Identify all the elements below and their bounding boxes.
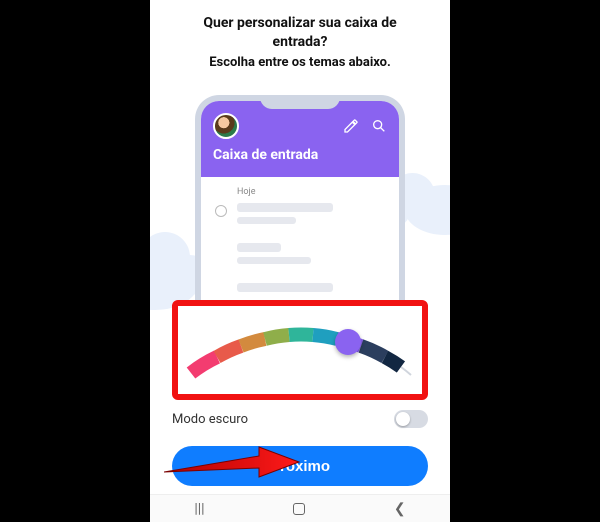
list-item — [215, 203, 385, 229]
avatar — [213, 113, 239, 139]
back-button[interactable]: ❮ — [394, 501, 406, 517]
android-nav-bar: ||| ❮ — [150, 494, 450, 522]
list-item — [215, 283, 385, 297]
home-button[interactable] — [293, 503, 305, 515]
compose-icon — [343, 118, 359, 134]
color-arc-svg — [185, 315, 415, 385]
heading-subtitle: Escolha entre os temas abaixo. — [176, 54, 424, 72]
heading-line-2: entrada? — [176, 33, 424, 52]
recents-button[interactable]: ||| — [194, 501, 204, 517]
phone-notch — [260, 95, 340, 109]
dark-mode-row: Modo escuro — [172, 410, 428, 428]
next-button-label: Próximo — [270, 458, 330, 475]
dark-mode-toggle[interactable] — [394, 410, 428, 428]
unread-indicator — [215, 205, 227, 217]
preview-header: Caixa de entrada — [201, 101, 399, 177]
theme-color-arc[interactable] — [185, 315, 415, 385]
app-screen: Quer personalizar sua caixa de entrada? … — [150, 0, 450, 522]
day-label: Hoje — [237, 187, 385, 197]
onboarding-heading: Quer personalizar sua caixa de entrada? … — [150, 0, 450, 77]
theme-color-picker-highlight — [172, 300, 428, 400]
decorative-cloud — [405, 185, 450, 235]
next-button[interactable]: Próximo — [172, 446, 428, 486]
inbox-title: Caixa de entrada — [213, 147, 387, 163]
list-item — [215, 243, 385, 269]
heading-line-1: Quer personalizar sua caixa de — [176, 14, 424, 33]
theme-slider-knob[interactable] — [335, 329, 361, 355]
search-icon — [371, 118, 387, 134]
dark-mode-label: Modo escuro — [172, 412, 248, 427]
